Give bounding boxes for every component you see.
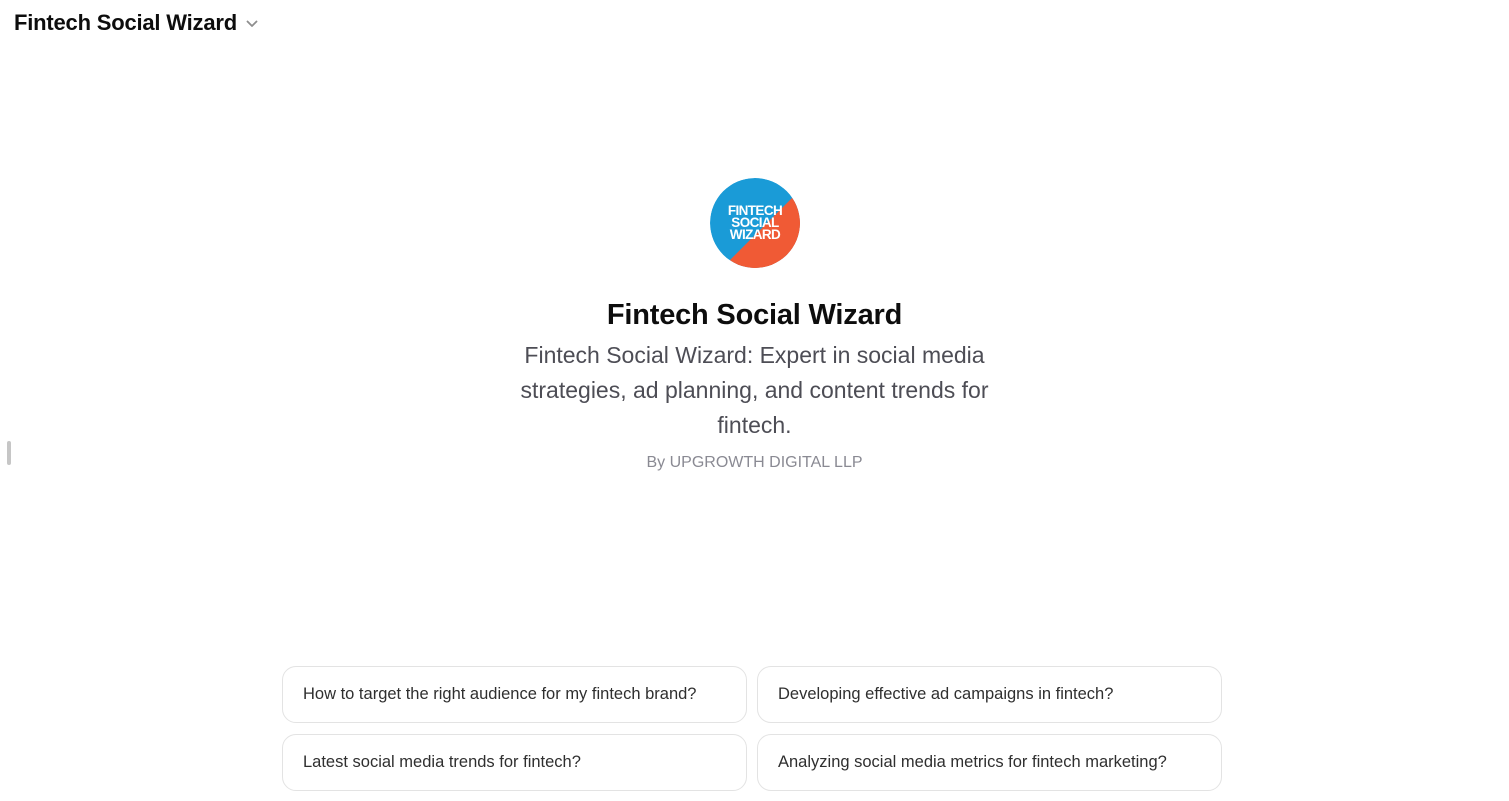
gpt-intro: FINTECH SOCIAL WIZARD Fintech Social Wiz…: [0, 178, 1509, 474]
suggestion-button[interactable]: Latest social media trends for fintech?: [282, 734, 747, 791]
suggestion-grid: How to target the right audience for my …: [282, 666, 1222, 791]
gpt-description: Fintech Social Wizard: Expert in social …: [520, 342, 989, 438]
suggestion-button[interactable]: Developing effective ad campaigns in fin…: [757, 666, 1222, 723]
suggestion-button[interactable]: Analyzing social media metrics for finte…: [757, 734, 1222, 791]
gpt-logo: FINTECH SOCIAL WIZARD: [709, 178, 800, 268]
model-selector[interactable]: Fintech Social Wizard: [14, 10, 259, 36]
header-title: Fintech Social Wizard: [14, 10, 237, 35]
gpt-name: Fintech Social Wizard: [606, 299, 903, 331]
logo-line-3: WIZARD: [729, 227, 780, 242]
gpt-start-page: Fintech Social Wizard FINTECH SOCIAL WIZ…: [0, 0, 1509, 801]
chevron-down-icon: [245, 17, 259, 31]
gpt-author: By UPGROWTH DIGITAL LLP: [646, 454, 863, 471]
suggestion-button[interactable]: How to target the right audience for my …: [282, 666, 747, 723]
